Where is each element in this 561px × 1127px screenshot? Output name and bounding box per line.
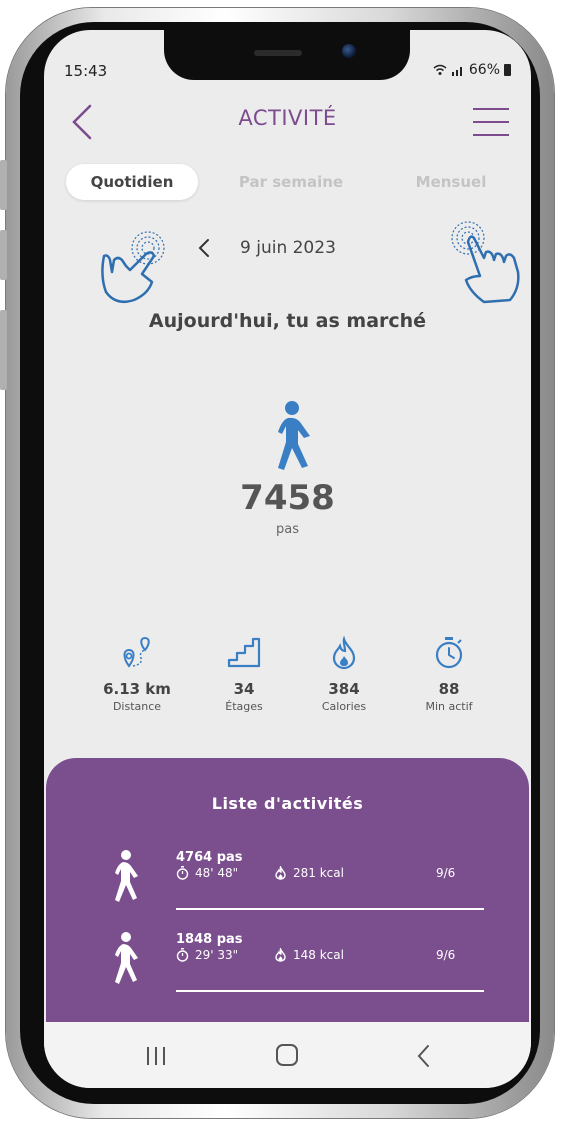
tab-daily[interactable]: Quotidien [66, 164, 198, 200]
activity-calories: 148 kcal [274, 948, 344, 962]
steps-count: 7458 [240, 478, 335, 518]
stat-active-minutes: 88 Min actif [394, 636, 504, 713]
flame-icon [332, 636, 356, 670]
tab-weekly[interactable]: Par semaine [226, 164, 356, 200]
activity-item[interactable]: 1848 pas 29' 33" 148 kcal 9/6 [106, 932, 486, 1014]
divider [176, 908, 484, 910]
activity-list-title: Liste d'activités [211, 794, 364, 813]
phone-screen: 15:43 66% ACTIVITÉ Quotidien Par semaine… [44, 30, 531, 1088]
floors-label: Étages [225, 700, 263, 713]
calories-value: 384 [328, 680, 360, 698]
stairs-icon [227, 637, 261, 668]
stat-distance: 6.13 km Distance [82, 636, 192, 713]
distance-icon [123, 636, 150, 668]
stat-floors: 34 Étages [189, 636, 299, 713]
swipe-hint-left-icon [101, 231, 165, 303]
system-nav-bar [44, 1022, 531, 1088]
walking-person-icon [115, 850, 138, 902]
activity-calories-value: 148 kcal [293, 948, 344, 962]
menu-line [473, 121, 509, 123]
walking-person-icon [115, 932, 138, 984]
activity-item[interactable]: 4764 pas 48' 48" 281 kcal 9/6 [106, 850, 486, 932]
home-button[interactable] [276, 1044, 298, 1066]
activity-date: 9/6 [436, 948, 456, 962]
current-date: 9 juin 2023 [240, 238, 336, 258]
distance-value: 6.13 km [103, 680, 171, 698]
activity-date: 9/6 [436, 866, 456, 880]
activity-calories: 281 kcal [274, 866, 344, 880]
volume-button [0, 230, 7, 280]
previous-day-button[interactable] [194, 234, 214, 262]
divider [176, 990, 484, 992]
status-time: 15:43 [64, 62, 108, 80]
recent-apps-button[interactable] [144, 1046, 168, 1066]
floors-value: 34 [233, 680, 255, 698]
walking-person-icon [278, 401, 310, 470]
stopwatch-icon [176, 866, 189, 880]
activity-duration-value: 29' 33" [195, 948, 239, 962]
active-minutes-value: 88 [438, 680, 460, 698]
period-tabs: Quotidien Par semaine Mensuel [66, 164, 511, 200]
notch [164, 30, 410, 80]
activity-steps: 1848 pas [176, 932, 243, 947]
activity-steps: 4764 pas [176, 850, 243, 865]
front-camera [342, 44, 356, 58]
system-back-button[interactable] [416, 1044, 432, 1068]
menu-line [473, 108, 509, 110]
swipe-hint-right-icon [451, 221, 520, 304]
calories-label: Calories [321, 700, 367, 713]
flame-icon [275, 948, 286, 962]
active-minutes-label: Min actif [425, 700, 473, 713]
activity-calories-value: 281 kcal [293, 866, 344, 880]
flame-icon [275, 866, 286, 880]
stopwatch-icon [176, 948, 189, 962]
battery-icon [504, 64, 511, 76]
wifi-icon [433, 64, 447, 75]
stat-calories: 384 Calories [289, 636, 399, 713]
activity-duration: 29' 33" [176, 948, 238, 962]
stopwatch-icon [435, 637, 463, 669]
volume-button [0, 160, 7, 210]
page-title: ACTIVITÉ [238, 106, 337, 130]
activity-duration: 48' 48" [176, 866, 238, 880]
activity-duration-value: 48' 48" [195, 866, 239, 880]
battery-text: 66% [468, 62, 500, 78]
side-button [0, 310, 7, 390]
status-icons: 66% [433, 62, 511, 78]
signal-icon [451, 67, 462, 76]
steps-unit: pas [276, 522, 299, 537]
hamburger-menu-button[interactable] [473, 108, 509, 138]
distance-label: Distance [112, 700, 162, 713]
activity-list-panel: Liste d'activités 4764 pas 48' 48" 281 k… [46, 758, 529, 1028]
tab-monthly[interactable]: Mensuel [396, 164, 506, 200]
summary-headline: Aujourd'hui, tu as marché [148, 310, 427, 332]
menu-line [473, 134, 509, 136]
speaker [254, 50, 302, 56]
